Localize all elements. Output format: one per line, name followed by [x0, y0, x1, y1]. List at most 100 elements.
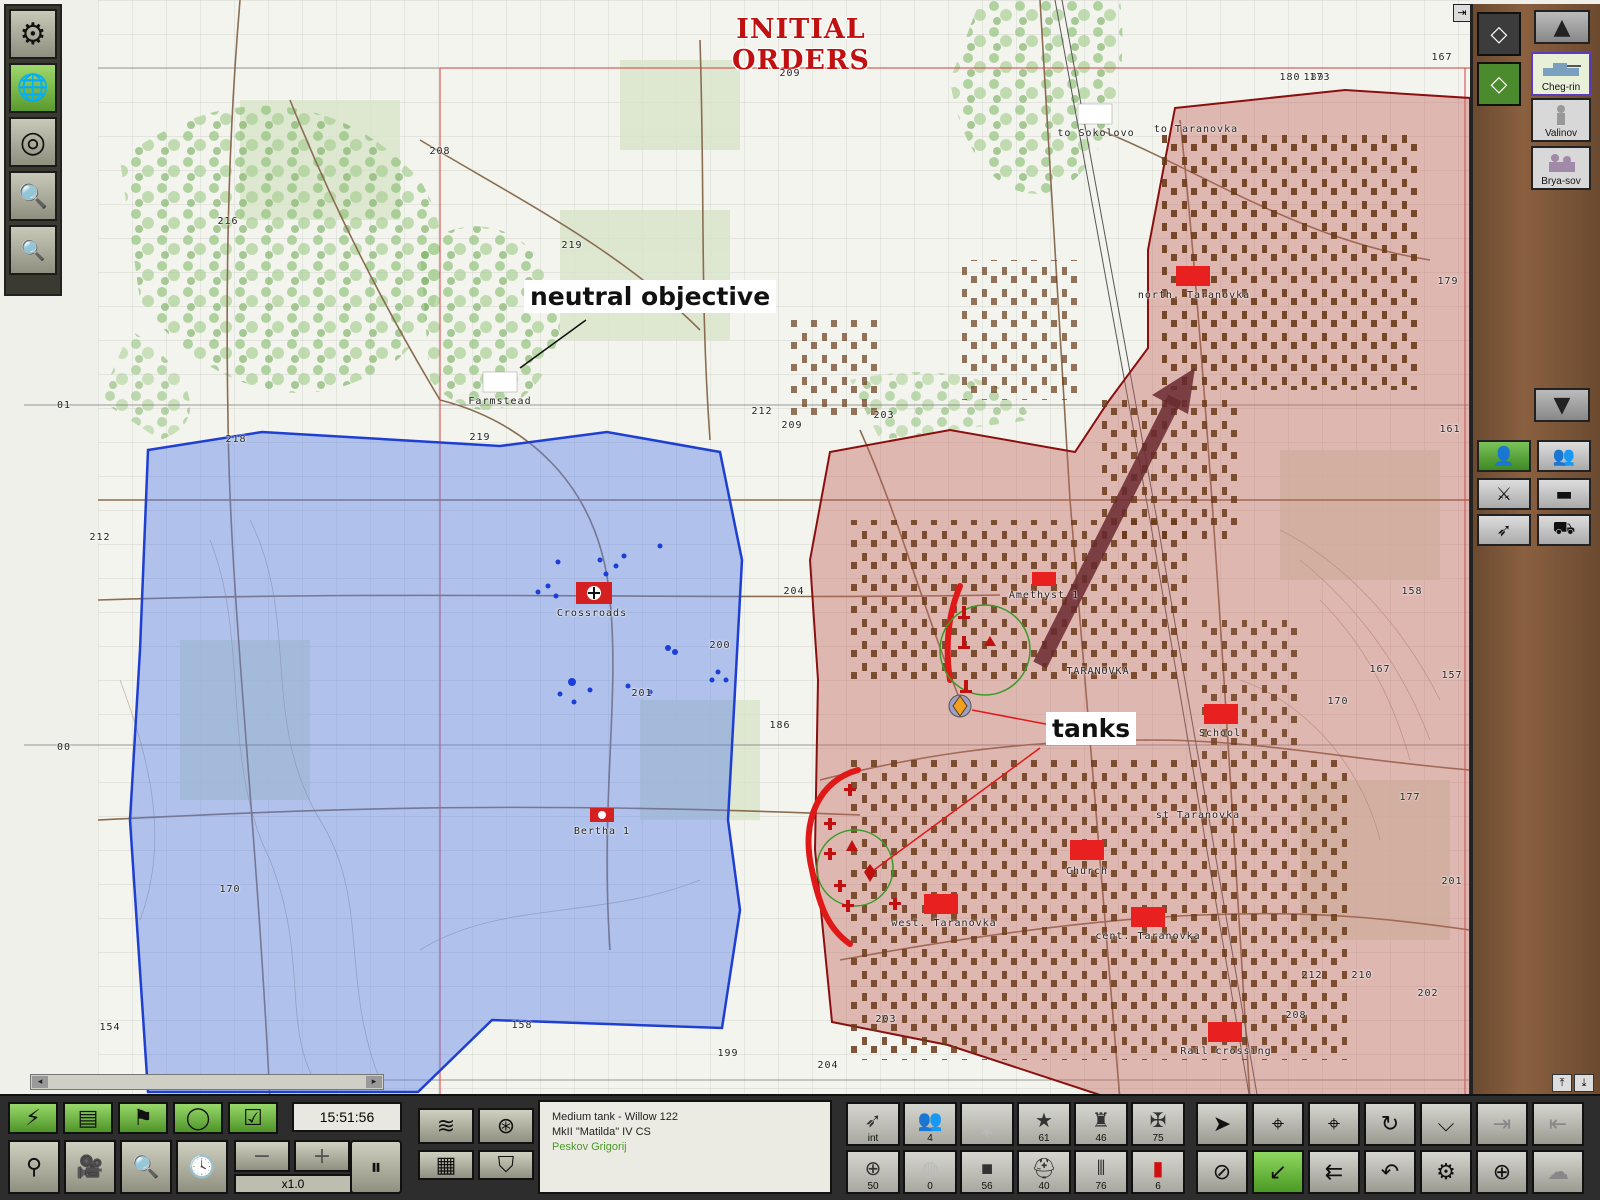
formation-button-platoon[interactable]: ◇ — [1477, 62, 1521, 106]
cmd-settings[interactable]: ⚙ — [1420, 1150, 1472, 1194]
unit-card-cheg-rin[interactable]: Cheg-rin — [1531, 52, 1591, 96]
globe-view-button[interactable]: 🌐 — [9, 63, 57, 113]
cmd-target[interactable]: ⊕ — [1476, 1150, 1528, 1194]
cmd-cancel[interactable]: ⊘ — [1196, 1150, 1248, 1194]
reverse-icon: ↶ — [1380, 1159, 1400, 1185]
pause-button[interactable]: ⏸ — [350, 1140, 402, 1194]
filter-artillery[interactable]: ➶ — [1477, 514, 1531, 546]
stat-cell[interactable]: ➶ int — [846, 1102, 900, 1146]
speed-up-button[interactable]: + — [294, 1140, 350, 1172]
unit-info-panel: Medium tank - Willow 122 MkII "Matilda" … — [538, 1100, 832, 1194]
cmd-hunt[interactable]: ⇇ — [1308, 1150, 1360, 1194]
crosshair-icon: ⊕ — [1492, 1159, 1512, 1185]
stat-cell[interactable]: ⊕ 50 — [846, 1150, 900, 1194]
page-top-button[interactable]: ⤒ — [1552, 1074, 1572, 1092]
stat-cell[interactable]: 👥 4 — [903, 1102, 957, 1146]
checker-flag-button[interactable]: ▦ — [418, 1150, 474, 1180]
unit-card-valinov[interactable]: Valinov — [1531, 98, 1591, 142]
scroll-up-button[interactable]: ▲ — [1534, 10, 1590, 44]
objectives-button[interactable]: ⚑ — [118, 1102, 168, 1134]
scroll-left-icon[interactable]: ◂ — [32, 1076, 48, 1088]
stat-cell[interactable]: ⛑ 40 — [1017, 1150, 1071, 1194]
elev-label: 199 — [717, 1048, 739, 1059]
cmd-cover-arc[interactable]: ⌵ — [1420, 1102, 1472, 1146]
cmd-mount[interactable]: ⇤ — [1532, 1102, 1584, 1146]
speech-icon: ■ — [980, 1158, 994, 1180]
filter-tanks[interactable]: ▬ — [1537, 478, 1591, 510]
tank-icon — [1543, 63, 1581, 76]
stat-cell[interactable]: ✶ — [960, 1102, 1014, 1146]
fog-toggle-button[interactable]: ≋ — [418, 1108, 474, 1144]
label-church: Church — [1065, 866, 1109, 877]
unit-card-brya-sov[interactable]: Brya-sov — [1531, 146, 1591, 190]
zoom-out-button[interactable]: 🔍 — [9, 225, 57, 275]
stat-cell[interactable]: ▮ 6 — [1131, 1150, 1185, 1194]
filter-infantry[interactable]: ⚔ — [1477, 478, 1531, 510]
elev-label: 200 — [709, 640, 731, 651]
magnifier-button[interactable]: 🔍 — [120, 1140, 172, 1194]
stat-cell[interactable]: ✠ 75 — [1131, 1102, 1185, 1146]
orders-button[interactable]: ☑ — [228, 1102, 278, 1134]
cmd-target-light[interactable]: ⌖ — [1308, 1102, 1360, 1146]
cmd-face[interactable]: ↻ — [1364, 1102, 1416, 1146]
filter-group[interactable]: 👥 — [1537, 440, 1591, 472]
timer-button[interactable]: 🕓 — [176, 1140, 228, 1194]
binoculars-button[interactable]: ⚲ — [8, 1140, 60, 1194]
shield-button[interactable]: ⛉ — [478, 1150, 534, 1180]
cmd-move-fast[interactable]: ➤ — [1196, 1102, 1248, 1146]
selected-tank-marker[interactable] — [948, 694, 972, 718]
soldier-group-icon — [1549, 154, 1575, 172]
stat-cell[interactable]: ♜ 46 — [1074, 1102, 1128, 1146]
elev-label: 203 — [873, 410, 895, 421]
label-amethyst: Amethyst 1 — [1008, 590, 1080, 601]
settings-button[interactable]: ⚙ — [9, 9, 57, 59]
radar-button[interactable]: ◎ — [9, 117, 57, 167]
unit-card-label: Valinov — [1544, 128, 1578, 139]
cmd-reverse[interactable]: ↶ — [1364, 1150, 1416, 1194]
label-st-taranovka: st Taranovka — [1155, 810, 1241, 821]
speed-down-button[interactable]: − — [234, 1140, 290, 1172]
stat-cell[interactable]: ◍ 0 — [903, 1150, 957, 1194]
annotation-neutral-objective: neutral objective — [524, 280, 777, 313]
label-west-taranovka: west. Taranovka — [891, 918, 997, 929]
camera-button[interactable]: 🎥 — [64, 1140, 116, 1194]
people-icon: 👥 — [1552, 445, 1576, 467]
stat-cell[interactable]: ⦀ 76 — [1074, 1150, 1128, 1194]
zoom-in-button[interactable]: 🔍 — [9, 171, 57, 221]
cmd-target-armor[interactable]: ⌖ — [1252, 1102, 1304, 1146]
enter-icon: ⇤ — [1548, 1111, 1568, 1137]
action-button[interactable]: ⚡ — [8, 1102, 58, 1134]
shield-icon: ⛉ — [497, 1152, 515, 1178]
circle-button[interactable]: ◯ — [173, 1102, 223, 1134]
unit-target-button[interactable]: ⊛ — [478, 1108, 534, 1144]
cmd-smoke[interactable]: ☁ — [1532, 1150, 1584, 1194]
elev-label: 167 — [1369, 664, 1391, 675]
collapse-panel-button[interactable]: ⇥ — [1453, 4, 1471, 22]
stat-cell[interactable]: ■ 56 — [960, 1150, 1014, 1194]
tactical-map[interactable]: INITIAL ORDERS Farmstead Crossroads Bert… — [0, 0, 1600, 1200]
cog-icon: ⚙ — [1436, 1159, 1456, 1185]
helmet-icon: ⛑ — [1031, 1158, 1057, 1180]
radar-icon: ◎ — [19, 124, 47, 160]
cmd-dismount[interactable]: ⇥ — [1476, 1102, 1528, 1146]
map-page-controls: ⤒ ⤓ — [1552, 1074, 1594, 1092]
scroll-right-icon[interactable]: ▸ — [366, 1076, 382, 1088]
label-bertha: Bertha 1 — [573, 826, 631, 837]
elev-label: 201 — [631, 688, 653, 699]
filter-vehicles[interactable]: ⛟ — [1537, 514, 1591, 546]
objective-west-taranovka-flag — [924, 894, 958, 914]
map-horizontal-scrollbar[interactable]: ◂ ▸ — [30, 1074, 384, 1090]
scroll-down-button[interactable]: ▼ — [1534, 388, 1590, 422]
group-button[interactable]: ▤ — [63, 1102, 113, 1134]
face-icon: ↻ — [1380, 1111, 1400, 1137]
gun-icon: ➶ — [1496, 519, 1512, 541]
stat-cell[interactable]: ★ 61 — [1017, 1102, 1071, 1146]
map-canvas[interactable] — [0, 0, 1600, 1200]
smoke-icon: ☁ — [1547, 1159, 1569, 1185]
cmd-move[interactable]: ↙ — [1252, 1150, 1304, 1194]
page-bottom-button[interactable]: ⤓ — [1574, 1074, 1594, 1092]
flag-icon: ⚑ — [133, 1105, 153, 1131]
gear-icon: ⚙ — [19, 16, 47, 52]
filter-single-unit[interactable]: 👤 — [1477, 440, 1531, 472]
formation-button-hq[interactable]: ◇ — [1477, 12, 1521, 56]
